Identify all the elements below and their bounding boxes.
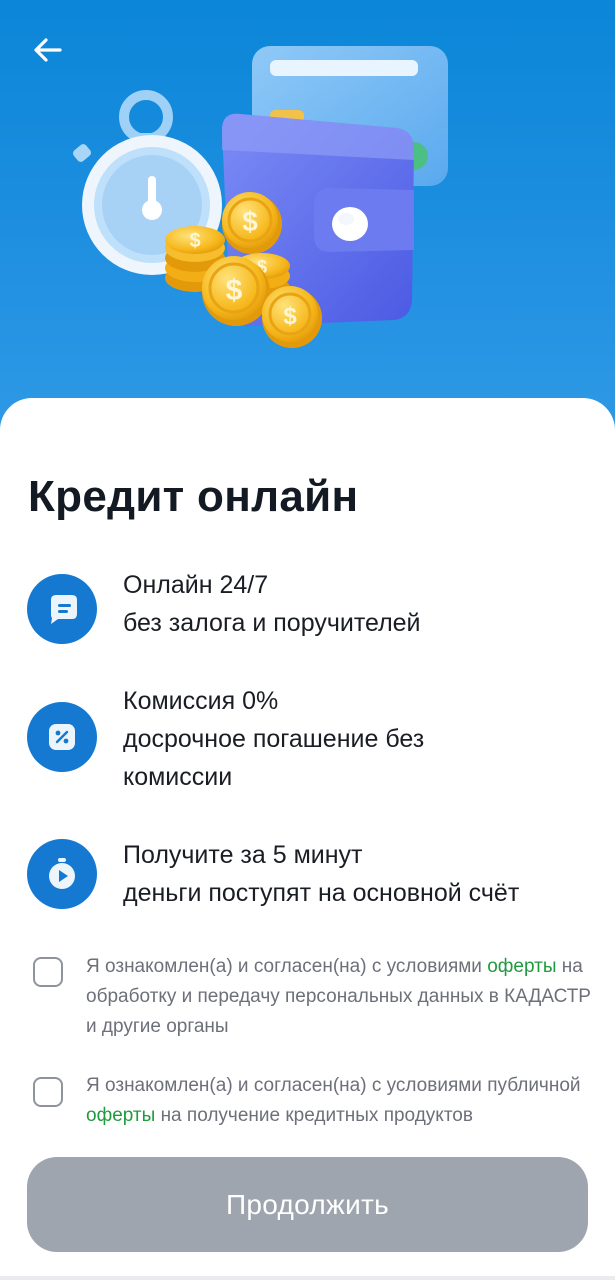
consent-text-after: на получение кредитных продуктов — [160, 1105, 473, 1126]
chat-bubble-icon — [27, 574, 97, 644]
consent-text-before: Я ознакомлен(а) и согласен(на) с условия… — [86, 956, 482, 977]
percent-icon — [27, 702, 97, 772]
timer-icon — [27, 839, 97, 909]
consent-text-before: Я ознакомлен(а) и согласен(на) с условия… — [86, 1075, 581, 1096]
svg-text:$: $ — [283, 303, 297, 330]
consent-checkbox-personal-data[interactable] — [33, 957, 63, 987]
consent-text: Я ознакомлен(а) и согласен(на) с условия… — [86, 952, 596, 1042]
svg-text:$: $ — [189, 230, 200, 252]
feature-description: досрочное погашение без — [123, 725, 425, 753]
offer-link[interactable]: оферты — [86, 1105, 155, 1126]
consent-text: Я ознакомлен(а) и согласен(на) с условия… — [86, 1071, 596, 1131]
hero-banner: $ $ $ $ $ — [0, 0, 615, 440]
feature-title: Получите за 5 минут — [123, 841, 363, 869]
offer-link[interactable]: оферты — [487, 956, 556, 977]
feature-description: комиссии — [123, 763, 233, 791]
hero-illustration: $ $ $ $ $ — [73, 46, 448, 348]
bottom-divider — [0, 1276, 615, 1280]
svg-text:$: $ — [226, 274, 243, 307]
page-title: Кредит онлайн — [28, 472, 359, 521]
feature-title: Комиссия 0% — [123, 687, 279, 715]
consent-checkbox-credit-products[interactable] — [33, 1077, 63, 1107]
feature-description: деньги поступят на основной счёт — [123, 879, 520, 907]
svg-text:$: $ — [242, 206, 258, 237]
continue-button[interactable]: Продолжить — [27, 1157, 588, 1252]
back-button[interactable] — [24, 28, 72, 72]
arrow-left-icon — [34, 38, 62, 62]
feature-description: без залога и поручителей — [123, 609, 421, 637]
feature-title: Онлайн 24/7 — [123, 571, 269, 599]
